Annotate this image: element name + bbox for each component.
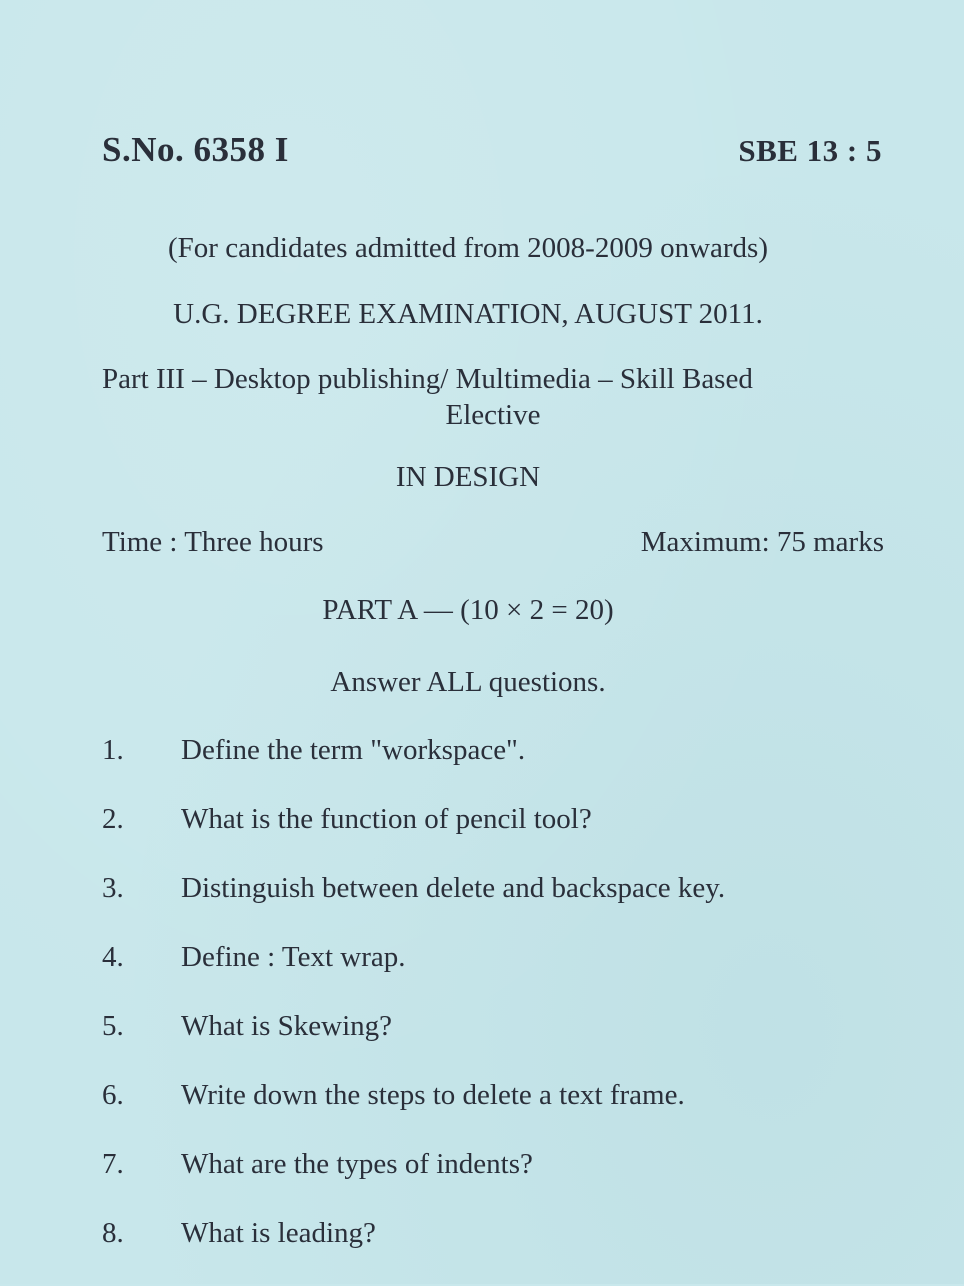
question-number: 1.: [102, 734, 124, 766]
subject-title: IN DESIGN: [395, 461, 541, 493]
question-item: 8. What is leading?: [102, 1217, 884, 1286]
question-item: 7. What are the types of indents?: [102, 1148, 884, 1217]
eligibility-note: (For candidates admitted from 2008-2009 …: [168, 232, 768, 264]
question-item: 4. Define : Text wrap.: [102, 941, 884, 1010]
serial-number: S.No. 6358 I: [102, 130, 289, 169]
question-item: 1. Define the term "workspace".: [102, 734, 884, 803]
question-text: What is the function of pencil tool?: [181, 803, 592, 835]
question-number: 4.: [102, 941, 124, 973]
paper-code: SBE 13 : 5: [738, 133, 882, 168]
question-text: Define the term "workspace".: [181, 734, 526, 766]
question-number: 5.: [102, 1010, 124, 1042]
question-number: 6.: [102, 1079, 124, 1111]
question-number: 7.: [102, 1148, 124, 1180]
paper-title-line-1: Part III – Desktop publishing/ Multimedi…: [102, 363, 753, 395]
time-marks-row: Time : Three hours Maximum: 75 marks: [102, 526, 884, 559]
paper-title: Part III – Desktop publishing/ Multimedi…: [102, 361, 884, 433]
question-list: 1. Define the term "workspace". 2. What …: [102, 734, 884, 1286]
question-item: 2. What is the function of pencil tool?: [102, 803, 884, 872]
question-number: 2.: [102, 803, 124, 835]
question-item: 3. Distinguish between delete and backsp…: [102, 872, 884, 941]
question-text: What is leading?: [181, 1217, 376, 1249]
exam-paper-page: S.No. 6358 I SBE 13 : 5 (For candidates …: [0, 0, 964, 1284]
question-item: 5. What is Skewing?: [102, 1010, 884, 1079]
question-number: 3.: [102, 872, 124, 904]
time-allowed: Time : Three hours: [102, 526, 324, 558]
question-text: What is Skewing?: [181, 1010, 393, 1042]
part-heading: PART A — (10 × 2 = 20): [322, 594, 614, 626]
exam-title: U.G. DEGREE EXAMINATION, AUGUST 2011.: [173, 298, 763, 330]
question-number: 8.: [102, 1217, 124, 1249]
paper-title-line-2: Elective: [445, 399, 541, 431]
question-text: Distinguish between delete and backspace…: [181, 872, 726, 904]
maximum-marks: Maximum: 75 marks: [640, 526, 884, 558]
question-item: 6. Write down the steps to delete a text…: [102, 1079, 884, 1148]
question-text: Write down the steps to delete a text fr…: [181, 1079, 685, 1111]
instruction: Answer ALL questions.: [330, 666, 606, 698]
question-text: What are the types of indents?: [181, 1148, 533, 1180]
question-text: Define : Text wrap.: [181, 941, 406, 973]
